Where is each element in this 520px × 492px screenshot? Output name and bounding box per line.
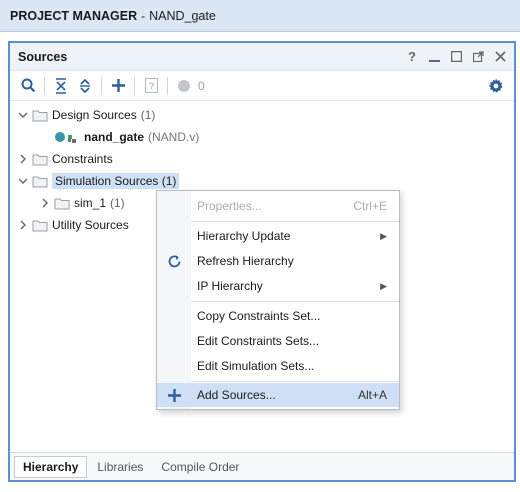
tree-label-selected: Simulation Sources (1) [52,173,180,189]
menu-item-edit-simulation-sets[interactable]: Edit Simulation Sets... [157,354,399,378]
menu-item-label: Refresh Hierarchy [197,254,294,268]
title-separator: - [141,8,146,23]
search-icon[interactable] [16,75,40,97]
toolbar-divider [134,76,135,95]
toolbar-divider [44,76,45,95]
tree-count: (1) [110,196,125,210]
status-count: 0 [198,78,205,93]
context-menu: Properties... Ctrl+E Hierarchy Update ▶ … [156,190,400,410]
menu-item-edit-constraints-sets[interactable]: Edit Constraints Sets... [157,329,399,353]
menu-item-shortcut: Alt+A [357,388,387,402]
tree-label: nand_gate [84,130,145,144]
sources-toolbar: ? 0 [10,71,514,101]
menu-item-label: Edit Constraints Sets... [197,334,320,348]
float-icon[interactable] [472,50,484,64]
collapse-all-icon[interactable] [49,75,73,97]
svg-text:?: ? [148,81,153,91]
tree-node-design-sources[interactable]: Design Sources (1) [10,104,514,126]
tree-count: (1) [140,108,156,122]
folder-icon [32,110,48,122]
help-doc-icon[interactable]: ? [139,75,163,97]
folder-icon [32,176,48,188]
chevron-right-icon[interactable] [38,196,52,210]
toolbar-divider [101,76,102,95]
expand-all-icon[interactable] [73,75,97,97]
minimize-icon[interactable] [428,50,440,64]
menu-item-label: Hierarchy Update [197,229,291,243]
tree-node-simulation-sources[interactable]: Simulation Sources (1) [10,170,514,192]
toolbar-divider [167,76,168,95]
title-bar: PROJECT MANAGER - NAND_gate [0,0,520,32]
chevron-down-icon[interactable] [16,174,30,188]
menu-item-label: Copy Constraints Set... [197,309,321,323]
maximize-icon[interactable] [450,50,462,64]
tree-node-nand-gate[interactable]: nand_gate (NAND.v) [10,126,514,148]
chevron-right-icon[interactable] [16,218,30,232]
tree-label: sim_1 [74,196,107,210]
tree-label: Utility Sources [52,218,129,232]
tab-hierarchy[interactable]: Hierarchy [14,455,88,478]
menu-separator [191,301,399,302]
module-icon [55,132,76,143]
menu-item-ip-hierarchy[interactable]: IP Hierarchy ▶ [157,274,399,298]
menu-item-add-sources[interactable]: Add Sources... Alt+A [157,383,399,407]
menu-item-label: Properties... [197,199,262,213]
refresh-icon [166,253,182,269]
add-icon [166,387,182,403]
menu-separator [191,221,399,222]
menu-separator [191,381,399,382]
menu-item-refresh-hierarchy[interactable]: Refresh Hierarchy [157,249,399,273]
menu-item-copy-constraints-set[interactable]: Copy Constraints Set... [157,304,399,328]
chevron-down-icon[interactable] [16,108,30,122]
section-title: PROJECT MANAGER [10,8,138,23]
tree-file: (NAND.v) [148,130,200,144]
folder-icon [32,154,48,166]
status-dot-icon [172,75,196,97]
tree-label: Constraints [52,152,113,166]
panel-window-controls: ? [406,49,506,64]
gear-icon[interactable] [484,75,508,97]
project-name: NAND_gate [149,8,216,23]
menu-item-hierarchy-update[interactable]: Hierarchy Update ▶ [157,224,399,248]
tab-compile-order[interactable]: Compile Order [153,457,247,477]
tree-label: Design Sources [52,108,137,122]
submenu-arrow-icon: ▶ [380,280,387,291]
submenu-arrow-icon: ▶ [380,230,387,241]
menu-item-properties[interactable]: Properties... Ctrl+E [157,194,399,218]
chevron-right-icon[interactable] [16,152,30,166]
menu-item-label: Edit Simulation Sets... [197,359,315,373]
folder-icon [32,220,48,232]
panel-header: Sources ? [10,43,514,71]
help-icon[interactable]: ? [406,49,418,64]
menu-item-label: Add Sources... [197,388,276,402]
menu-item-label: IP Hierarchy [197,279,263,293]
bottom-tab-bar: Hierarchy Libraries Compile Order [10,452,514,480]
tab-libraries[interactable]: Libraries [89,457,151,477]
folder-icon [54,198,70,210]
panel-title: Sources [18,49,68,64]
add-icon[interactable] [106,75,130,97]
menu-item-shortcut: Ctrl+E [353,199,387,213]
close-icon[interactable] [494,50,506,64]
tree-node-constraints[interactable]: Constraints [10,148,514,170]
